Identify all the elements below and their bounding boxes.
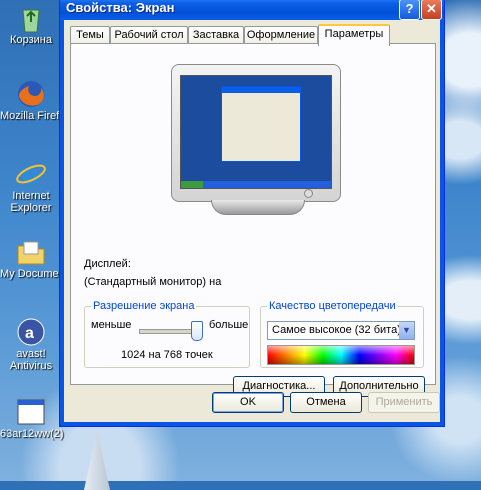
resolution-more-label: больше — [209, 319, 249, 331]
cancel-button[interactable]: Отмена — [290, 392, 362, 413]
desktop-icon-label: avast! — [16, 348, 46, 360]
tab-desktop[interactable]: Рабочий стол — [110, 26, 188, 44]
desktop-icon-label: Корзина — [10, 34, 52, 46]
recycle-bin-icon — [22, 9, 40, 33]
display-properties-window: Свойства: Экран ? ✕ Темы Рабочий стол За… — [60, 0, 444, 426]
preview-start-button — [181, 181, 203, 188]
monitor-preview — [171, 64, 341, 202]
settings-tab-panel: Дисплей: (Стандартный монитор) на Разреш… — [70, 43, 436, 397]
apply-button[interactable]: Применить — [368, 392, 440, 413]
resolution-legend: Разрешение экрана — [91, 300, 197, 312]
chevron-down-icon[interactable]: ▼ — [399, 322, 414, 339]
color-quality-selected: Самое высокое (32 бита) — [272, 324, 401, 336]
resolution-slider-thumb[interactable] — [191, 321, 203, 341]
resolution-group: Разрешение экрана меньше больше 1024 на … — [84, 300, 250, 368]
dialog-client-area: Темы Рабочий стол Заставка Оформление Па… — [64, 20, 440, 422]
avast-icon: a — [17, 318, 45, 346]
internet-explorer-icon: e — [16, 158, 46, 190]
window-file-icon — [17, 399, 45, 425]
preview-window — [221, 86, 301, 162]
desktop-icon-firefox[interactable]: Mozilla Firefo — [0, 78, 66, 122]
desktop-icon-label: Mozilla Firefo — [0, 110, 66, 122]
color-quality-legend: Качество цветопередачи — [267, 300, 398, 312]
tab-themes[interactable]: Темы — [70, 26, 110, 44]
close-button[interactable]: ✕ — [421, 0, 442, 20]
display-label: Дисплей: — [84, 258, 131, 270]
firefox-icon — [18, 81, 44, 107]
desktop-icon-label-line2: Explorer — [10, 202, 52, 214]
monitor-stand — [211, 200, 305, 215]
preview-taskbar — [181, 181, 331, 188]
desktop-icon-label: Internet — [12, 190, 50, 202]
tab-appearance[interactable]: Оформление — [244, 26, 318, 44]
desktop-icon-file[interactable]: 63ar12ww(2) — [0, 396, 64, 440]
tab-screensaver[interactable]: Заставка — [188, 26, 244, 44]
display-value: (Стандартный монитор) на — [84, 276, 222, 288]
svg-text:a: a — [25, 325, 34, 342]
resolution-value: 1024 на 768 точек — [121, 349, 213, 361]
color-quality-group: Качество цветопередачи Самое высокое (32… — [260, 300, 424, 368]
folder-icon — [17, 241, 45, 265]
desktop-icon-my-documents[interactable]: My Document — [0, 236, 68, 280]
monitor-screen-preview — [180, 75, 332, 189]
desktop-icon-recycle-bin[interactable]: Корзина — [0, 2, 62, 46]
title-bar[interactable]: Свойства: Экран ? ✕ — [60, 0, 444, 20]
desktop-icon-label-line2: Antivirus — [9, 360, 53, 372]
color-quality-select[interactable]: Самое высокое (32 бита) ▼ — [267, 321, 415, 340]
color-spectrum-preview — [267, 345, 415, 365]
window-title: Свойства: Экран — [66, 0, 175, 15]
preview-window-title — [222, 87, 300, 93]
ok-button[interactable]: OK — [212, 392, 284, 413]
svg-text:e: e — [22, 158, 40, 190]
desktop-icon-avast[interactable]: a avast! Antivirus — [0, 316, 62, 372]
monitor-power-led — [304, 189, 313, 198]
help-button[interactable]: ? — [399, 0, 420, 20]
desktop-icon-internet-explorer[interactable]: e Internet Explorer — [0, 158, 62, 214]
desktop-icon-label: My Document — [0, 268, 68, 280]
resolution-less-label: меньше — [91, 319, 132, 331]
tab-settings[interactable]: Параметры — [318, 24, 390, 46]
desktop-icon-label: 63ar12ww(2) — [0, 428, 64, 440]
